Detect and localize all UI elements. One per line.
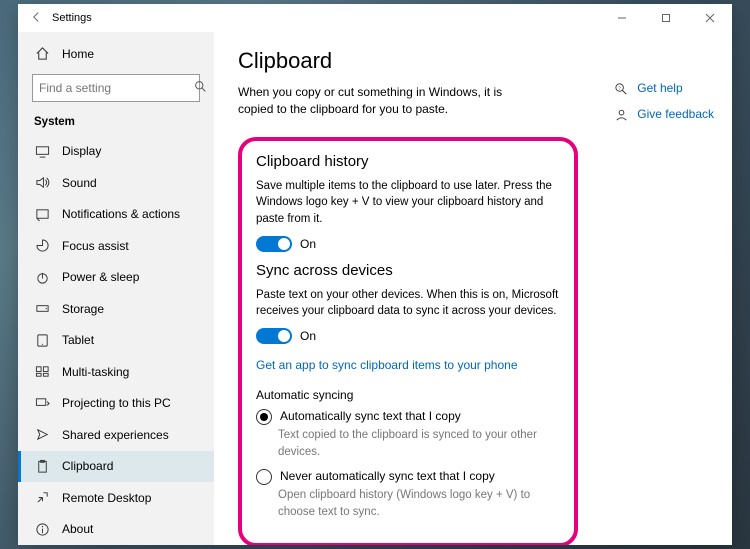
radio-never-sync-desc: Open clipboard history (Windows logo key…: [278, 487, 560, 520]
radio-never-sync[interactable]: [256, 469, 272, 485]
sidebar-item-focus[interactable]: Focus assist: [18, 230, 214, 262]
sidebar-item-projecting[interactable]: Projecting to this PC: [18, 388, 214, 420]
sidebar-home[interactable]: Home: [18, 38, 214, 70]
sidebar-item-label: Power & sleep: [62, 270, 139, 284]
sidebar-category: System: [18, 112, 214, 136]
page-title: Clipboard: [238, 48, 708, 74]
sidebar-item-notifications[interactable]: Notifications & actions: [18, 199, 214, 231]
sidebar-item-label: Shared experiences: [62, 428, 169, 442]
help-column: ? Get help Give feedback: [613, 80, 714, 122]
history-desc: Save multiple items to the clipboard to …: [256, 178, 560, 228]
minimize-button[interactable]: [600, 4, 644, 32]
title-bar: Settings: [18, 4, 732, 32]
radio-never-sync-label: Never automatically sync text that I cop…: [280, 468, 495, 484]
sidebar-item-label: Multi-tasking: [62, 365, 129, 379]
sync-toggle-label: On: [300, 329, 316, 343]
home-icon: [34, 46, 50, 62]
sidebar-item-about[interactable]: About: [18, 514, 214, 546]
sidebar-item-label: Storage: [62, 302, 104, 316]
sync-toggle[interactable]: [256, 328, 292, 344]
multitask-icon: [34, 364, 50, 380]
sidebar-item-label: Remote Desktop: [62, 491, 151, 505]
feedback-icon: [613, 106, 629, 122]
svg-text:?: ?: [618, 85, 621, 90]
give-feedback-link[interactable]: Give feedback: [613, 106, 714, 122]
sidebar-item-power[interactable]: Power & sleep: [18, 262, 214, 294]
sidebar-item-shared[interactable]: Shared experiences: [18, 419, 214, 451]
sound-icon: [34, 175, 50, 191]
projecting-icon: [34, 395, 50, 411]
sidebar-item-storage[interactable]: Storage: [18, 293, 214, 325]
radio-auto-sync-label: Automatically sync text that I copy: [280, 408, 461, 424]
sidebar-item-clipboard[interactable]: Clipboard: [18, 451, 214, 483]
radio-auto-sync-desc: Text copied to the clipboard is synced t…: [278, 427, 560, 460]
history-toggle[interactable]: [256, 236, 292, 252]
sidebar-item-label: Sound: [62, 176, 97, 190]
focus-icon: [34, 238, 50, 254]
power-icon: [34, 269, 50, 285]
sidebar-item-label: Projecting to this PC: [62, 396, 171, 410]
page-intro: When you copy or cut something in Window…: [238, 84, 538, 119]
display-icon: [34, 143, 50, 159]
remote-icon: [34, 490, 50, 506]
sidebar-item-multitasking[interactable]: Multi-tasking: [18, 356, 214, 388]
sidebar-item-remote[interactable]: Remote Desktop: [18, 482, 214, 514]
window-title: Settings: [52, 12, 92, 24]
close-button[interactable]: [688, 4, 732, 32]
auto-sync-label: Automatic syncing: [256, 388, 560, 402]
settings-window: Settings Home: [18, 4, 732, 545]
sidebar-item-label: Focus assist: [62, 239, 129, 253]
sidebar-item-tablet[interactable]: Tablet: [18, 325, 214, 357]
sidebar-item-label: About: [62, 522, 93, 536]
get-help-link[interactable]: ? Get help: [613, 80, 714, 96]
sync-app-link[interactable]: Get an app to sync clipboard items to yo…: [256, 358, 518, 372]
highlight-box: Clipboard history Save multiple items to…: [238, 137, 578, 545]
tablet-icon: [34, 332, 50, 348]
sync-desc: Paste text on your other devices. When t…: [256, 287, 560, 320]
sidebar-item-sound[interactable]: Sound: [18, 167, 214, 199]
sidebar-item-label: Notifications & actions: [62, 207, 180, 221]
sidebar-home-label: Home: [62, 47, 94, 61]
about-icon: [34, 521, 50, 537]
history-toggle-label: On: [300, 237, 316, 251]
help-label: Get help: [637, 81, 682, 95]
share-icon: [34, 427, 50, 443]
clipboard-icon: [34, 458, 50, 474]
history-title: Clipboard history: [256, 153, 560, 170]
search-icon: [194, 80, 207, 96]
sync-title: Sync across devices: [256, 262, 560, 279]
sidebar-item-label: Clipboard: [62, 459, 113, 473]
storage-icon: [34, 301, 50, 317]
sidebar-item-label: Display: [62, 144, 101, 158]
search-field[interactable]: [39, 81, 194, 95]
search-input[interactable]: [32, 74, 200, 102]
maximize-button[interactable]: [644, 4, 688, 32]
back-icon[interactable]: [30, 11, 48, 26]
sidebar: Home System Display Sound: [18, 32, 214, 545]
help-icon: ?: [613, 80, 629, 96]
content-pane: Clipboard When you copy or cut something…: [214, 32, 732, 545]
feedback-label: Give feedback: [637, 107, 714, 121]
notifications-icon: [34, 206, 50, 222]
radio-auto-sync[interactable]: [256, 409, 272, 425]
sidebar-item-display[interactable]: Display: [18, 136, 214, 168]
sidebar-item-label: Tablet: [62, 333, 94, 347]
